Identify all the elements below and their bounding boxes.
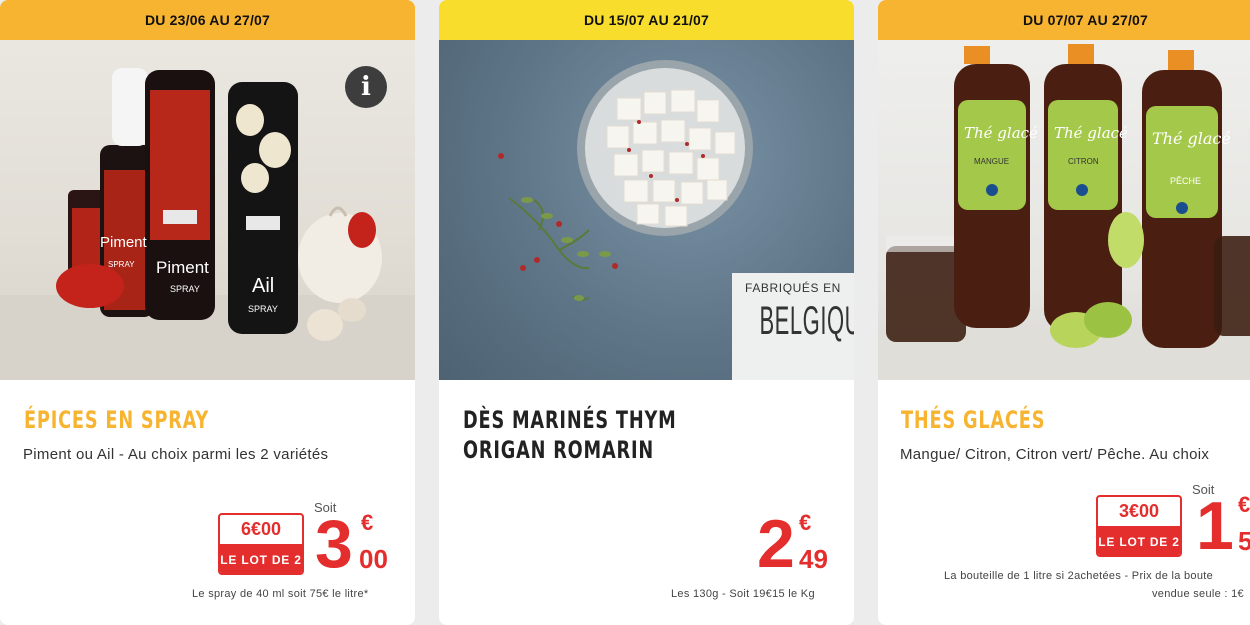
price-decimals: 5	[1238, 526, 1250, 556]
bottle-label: Piment	[100, 234, 148, 251]
bottle-label: Thé glacé	[1054, 124, 1128, 142]
bottle-label: Piment	[156, 258, 209, 277]
bottle-label: Thé glacé	[1152, 129, 1231, 148]
bottle-label: SPRAY	[248, 304, 278, 314]
bottle-label: Thé glacé	[964, 124, 1038, 142]
product-photo: FABRIQUÉS EN BELGIQUE	[439, 40, 854, 380]
promo-card-iced-tea[interactable]: DU 07/07 AU 27/07 Thé glacé MANGUE Thé g…	[878, 0, 1250, 625]
bottle-label: SPRAY	[108, 260, 135, 269]
old-price-box: 3€00 LE LOT DE 2	[1096, 495, 1182, 557]
lot-label: LE LOT DE 2	[1098, 526, 1180, 555]
origin-badge: FABRIQUÉS EN BELGIQUE	[732, 273, 854, 380]
price-footnote: Le spray de 40 ml soit 75€ le litre*	[192, 588, 369, 600]
lot-label: LE LOT DE 2	[220, 544, 302, 573]
price-footnote: vendue seule : 1€	[1152, 588, 1244, 600]
price-currency: €	[1238, 492, 1250, 517]
info-icon[interactable]: i	[345, 66, 387, 108]
price-integer: 2	[757, 506, 795, 582]
promo-card-spices[interactable]: DU 23/06 AU 27/07 Piment SPRAY Piment SP…	[0, 0, 415, 625]
price-decimals: 00	[359, 544, 388, 574]
promo-strip: DU 23/06 AU 27/07 Piment SPRAY Piment SP…	[0, 0, 1250, 625]
product-subtitle: Piment ou Ail - Au choix parmi les 2 var…	[23, 446, 329, 463]
price-integer: 3	[315, 506, 353, 582]
date-banner: DU 07/07 AU 27/07	[878, 0, 1250, 40]
sale-price: 2 € 49	[757, 510, 839, 580]
bottle-label: PÊCHE	[1170, 176, 1201, 186]
price-decimals: 49	[799, 544, 828, 574]
old-price: 6€00	[240, 519, 282, 539]
sale-price: 1 € 5	[1196, 492, 1250, 562]
product-photo: Piment SPRAY Piment SPRAY Ail SPRAY i	[0, 40, 415, 380]
product-photo: Thé glacé MANGUE Thé glacé CITRON Thé gl…	[878, 40, 1250, 380]
price-footnote: Les 130g - Soit 19€15 le Kg	[671, 588, 815, 600]
product-subtitle: Mangue/ Citron, Citron vert/ Pêche. Au c…	[900, 446, 1210, 463]
price-integer: 1	[1196, 488, 1234, 564]
promo-card-marinated-cheese[interactable]: DU 15/07 AU 21/07 FABRIQUÉS EN BELGIQ DÈ…	[439, 0, 854, 625]
date-banner: DU 15/07 AU 21/07	[439, 0, 854, 40]
date-banner: DU 23/06 AU 27/07	[0, 0, 415, 40]
bottle-label: SPRAY	[170, 284, 200, 294]
origin-small-text: FABRIQUÉS EN	[745, 281, 841, 295]
product-title: THÉS GLACÉS	[901, 406, 1046, 434]
price-currency: €	[361, 510, 374, 535]
origin-country: BELGIQUE	[759, 299, 854, 343]
bottle-label: CITRON	[1068, 157, 1099, 166]
price-currency: €	[799, 510, 812, 535]
bottle-label: MANGUE	[974, 157, 1009, 166]
product-title: DÈS MARINÉS THYM ORIGAN ROMARIN	[463, 406, 677, 464]
product-title: ÉPICES EN SPRAY	[24, 406, 210, 434]
bottle-label: Ail	[252, 275, 274, 297]
old-price: 3€00	[1118, 501, 1160, 521]
price-footnote: La bouteille de 1 litre si 2achetées - P…	[944, 570, 1214, 582]
sale-price: 3 € 00	[315, 510, 400, 580]
old-price-box: 6€00 LE LOT DE 2	[218, 513, 304, 575]
